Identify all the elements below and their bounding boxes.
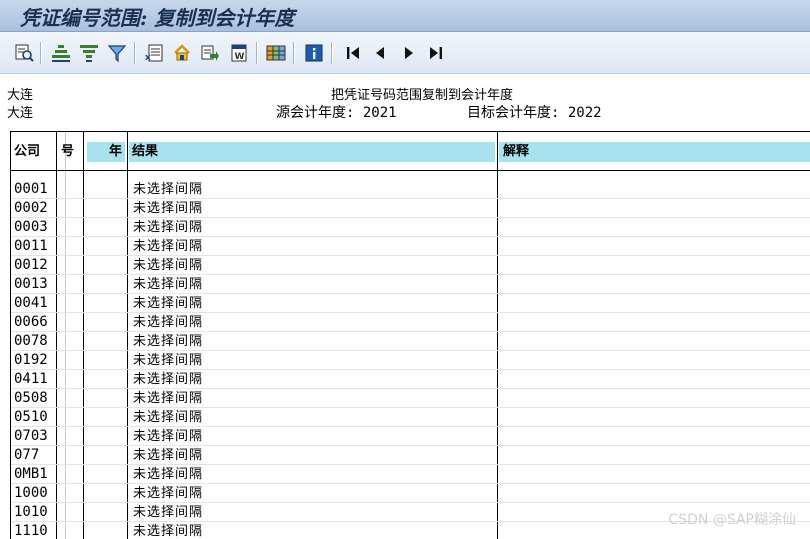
sort-ascending-icon[interactable]	[50, 42, 72, 64]
company-code-cell: 1010	[14, 504, 48, 520]
result-cell: 未选择间隔	[133, 467, 204, 482]
result-cell: 未选择间隔	[133, 353, 204, 368]
result-cell: 未选择间隔	[133, 429, 204, 444]
company-code-cell: 0041	[14, 295, 48, 311]
svg-text:x: x	[145, 53, 151, 63]
export-spreadsheet-icon[interactable]: x	[143, 42, 165, 64]
result-cell: 未选择间隔	[133, 448, 204, 463]
result-cell: 未选择间隔	[133, 391, 204, 406]
company-code-cell: 0078	[14, 333, 48, 349]
column-header-company[interactable]: 公司	[14, 142, 40, 162]
column-header-year[interactable]: 年	[87, 142, 125, 162]
display-details-icon[interactable]	[13, 42, 35, 64]
table-row[interactable]: 0411 未选择间隔	[11, 370, 810, 389]
table-row[interactable]: 0012 未选择间隔	[11, 256, 810, 275]
result-cell: 未选择间隔	[133, 505, 204, 520]
first-page-icon[interactable]	[342, 42, 364, 64]
application-toolbar: x W	[0, 32, 810, 74]
table-row[interactable]: 0013 未选择间隔	[11, 275, 810, 294]
company-code-cell: 0510	[14, 409, 48, 425]
company-code-cell: 0001	[14, 181, 48, 197]
result-cell: 未选择间隔	[133, 315, 204, 330]
send-icon[interactable]	[199, 42, 221, 64]
table-row[interactable]: 0192 未选择间隔	[11, 351, 810, 370]
column-header-explanation[interactable]: 解释	[499, 142, 810, 162]
company-code-cell: 0013	[14, 276, 48, 292]
toolbar-separator	[134, 42, 135, 64]
result-cell: 未选择间隔	[133, 372, 204, 387]
change-layout-icon[interactable]	[265, 42, 287, 64]
toolbar-separator	[40, 42, 41, 64]
column-header-result[interactable]: 结果	[129, 142, 495, 162]
company-code-cell: 077	[14, 447, 40, 463]
company-code-cell: 0066	[14, 314, 48, 330]
last-page-icon[interactable]	[425, 42, 447, 64]
filter-icon[interactable]	[106, 42, 128, 64]
table-row[interactable]: 1000 未选择间隔	[11, 484, 810, 503]
result-cell: 未选择间隔	[133, 486, 204, 501]
sort-descending-icon[interactable]	[78, 42, 100, 64]
company-code-cell: 0MB1	[14, 466, 48, 482]
result-cell: 未选择间隔	[133, 182, 204, 197]
table-row[interactable]: 0078 未选择间隔	[11, 332, 810, 351]
company-code-cell: 0012	[14, 257, 48, 273]
result-cell: 未选择间隔	[133, 201, 204, 216]
result-cell: 未选择间隔	[133, 524, 204, 539]
company-code-cell: 0011	[14, 238, 48, 254]
company-code-cell: 0411	[14, 371, 48, 387]
company-code-cell: 0003	[14, 219, 48, 235]
table-row[interactable]: 0041 未选择间隔	[11, 294, 810, 313]
column-header-number[interactable]: 号	[61, 142, 74, 162]
toolbar-separator	[331, 42, 332, 64]
target-year-label: 目标会计年度:	[467, 105, 560, 121]
company-code-cell: 0508	[14, 390, 48, 406]
result-cell: 未选择间隔	[133, 410, 204, 425]
company-name-line-1: 大连	[7, 88, 34, 103]
table-row[interactable]: 0510 未选择间隔	[11, 408, 810, 427]
local-file-icon[interactable]	[171, 42, 193, 64]
table-row[interactable]: 0703 未选择间隔	[11, 427, 810, 446]
source-fiscal-year: 源会计年度: 2021	[276, 105, 397, 122]
source-year-label: 源会计年度:	[276, 105, 355, 121]
result-cell: 未选择间隔	[133, 334, 204, 349]
table-row[interactable]: 0001 未选择间隔	[11, 180, 810, 199]
next-page-icon[interactable]	[398, 42, 420, 64]
table-row[interactable]: 077 未选择间隔	[11, 446, 810, 465]
company-code-cell: 0703	[14, 428, 48, 444]
result-list-grid: 公司 号 年 结果 解释 0001 未选择间隔 0002 未选择间隔 0003 未选择间隔…	[10, 131, 810, 539]
target-fiscal-year: 目标会计年度: 2022	[467, 105, 602, 122]
toolbar-separator	[293, 42, 294, 64]
company-code-cell: 1000	[14, 485, 48, 501]
previous-page-icon[interactable]	[369, 42, 391, 64]
company-code-cell: 0192	[14, 352, 48, 368]
table-row[interactable]: 0MB1 未选择间隔	[11, 465, 810, 484]
table-row[interactable]: 0003 未选择间隔	[11, 218, 810, 237]
svg-text:W: W	[235, 52, 245, 62]
table-row[interactable]: 0002 未选择间隔	[11, 199, 810, 218]
title-bar: 凭证编号范围: 复制到会计年度	[0, 0, 810, 32]
result-cell: 未选择间隔	[133, 220, 204, 235]
result-cell: 未选择间隔	[133, 296, 204, 311]
company-name-line-2: 大连	[7, 106, 34, 121]
window-title: 凭证编号范围: 复制到会计年度	[20, 6, 295, 30]
header-divider	[11, 170, 810, 171]
table-row[interactable]: 0066 未选择间隔	[11, 313, 810, 332]
table-row[interactable]: 0011 未选择间隔	[11, 237, 810, 256]
report-heading: 把凭证号码范围复制到会计年度	[331, 88, 514, 103]
toolbar-separator	[256, 42, 257, 64]
watermark: CSDN @SAP糊涂仙	[668, 512, 796, 528]
result-cell: 未选择间隔	[133, 277, 204, 292]
company-code-cell: 1110	[14, 523, 48, 539]
table-row[interactable]: 0508 未选择间隔	[11, 389, 810, 408]
result-cell: 未选择间隔	[133, 239, 204, 254]
target-year-value: 2022	[567, 105, 602, 121]
company-code-cell: 0002	[14, 200, 48, 216]
result-cell: 未选择间隔	[133, 258, 204, 273]
information-icon[interactable]	[303, 42, 325, 64]
source-year-value: 2021	[362, 105, 397, 121]
word-processing-icon[interactable]: W	[228, 42, 250, 64]
